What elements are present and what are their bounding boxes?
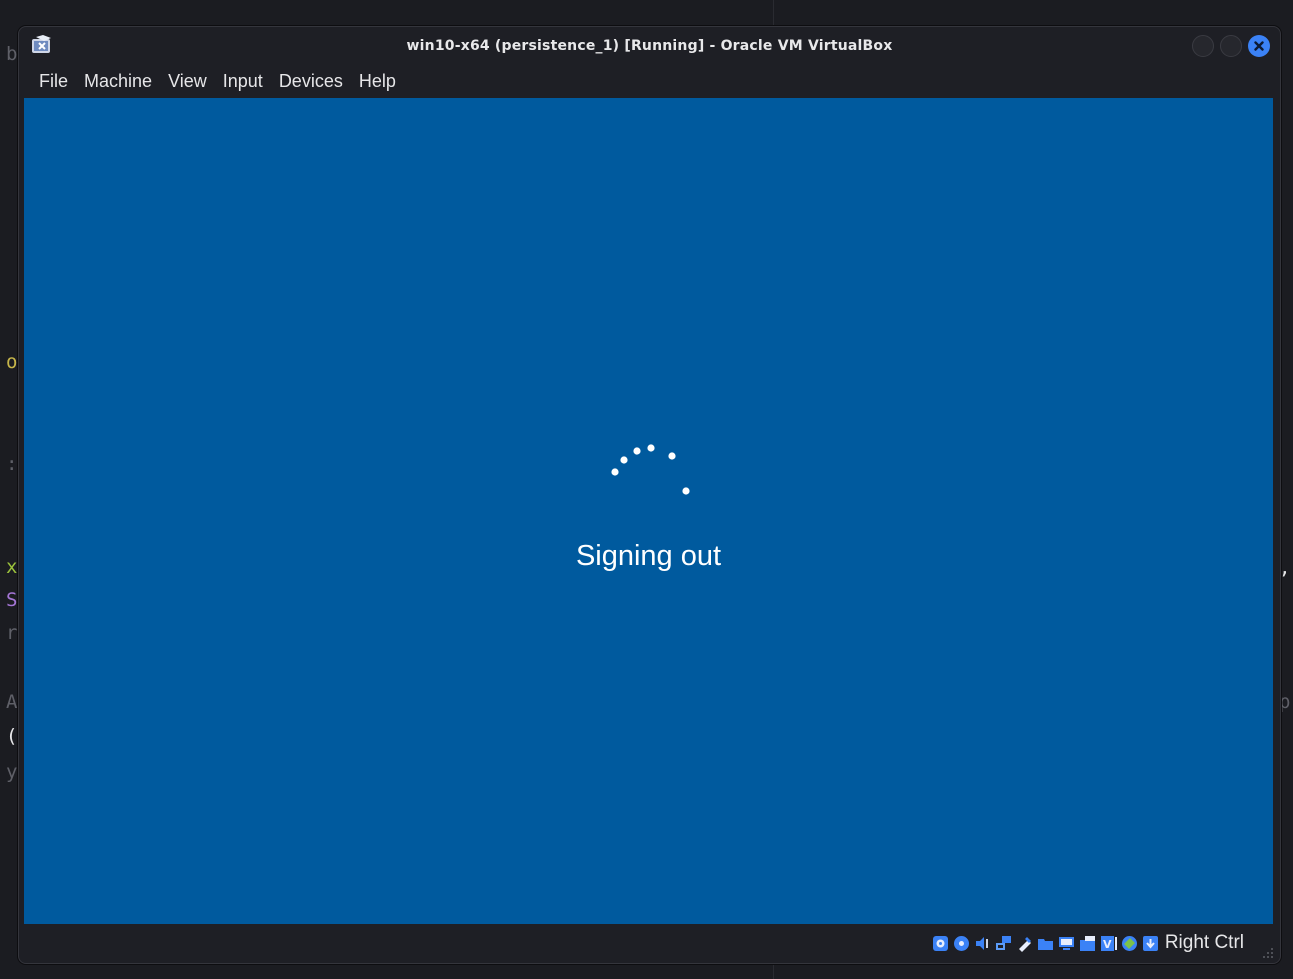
background-char: S	[6, 589, 18, 611]
optical-drive-icon[interactable]	[953, 935, 970, 952]
audio-icon[interactable]	[974, 935, 991, 952]
recording-icon[interactable]	[1079, 935, 1096, 952]
window-controls	[1192, 35, 1270, 57]
menu-devices[interactable]: Devices	[271, 71, 351, 92]
background-editor-left: b o : x S r A ( y	[0, 0, 20, 979]
usb-icon[interactable]	[1016, 935, 1033, 952]
menu-view[interactable]: View	[160, 71, 215, 92]
close-button[interactable]	[1248, 35, 1270, 57]
display-icon[interactable]	[1058, 935, 1075, 952]
background-char: x	[6, 556, 18, 578]
host-key-label: Right Ctrl	[1164, 932, 1244, 953]
shared-folders-icon[interactable]	[1037, 935, 1054, 952]
signing-out-text: Signing out	[575, 540, 722, 572]
network-icon[interactable]	[995, 935, 1012, 952]
background-char: A	[6, 691, 18, 713]
background-char: y	[6, 761, 18, 783]
mouse-integration-icon[interactable]	[1121, 935, 1138, 952]
svg-text:V: V	[1103, 938, 1112, 951]
background-char: :	[6, 453, 18, 475]
virtualbox-window: win10-x64 (persistence_1) [Running] - Or…	[18, 26, 1281, 964]
resize-grip-icon[interactable]	[1262, 944, 1274, 958]
menu-file[interactable]: File	[31, 71, 76, 92]
maximize-button[interactable]	[1220, 35, 1242, 57]
title-bar[interactable]: win10-x64 (persistence_1) [Running] - Or…	[19, 27, 1280, 65]
background-char: r	[6, 622, 18, 644]
status-bar: V Right Ctrl	[19, 924, 1280, 962]
virtualbox-icon[interactable]	[31, 35, 53, 55]
menu-input[interactable]: Input	[215, 71, 271, 92]
menu-bar: File Machine View Input Devices Help	[19, 65, 1280, 97]
keyboard-icon[interactable]	[1142, 935, 1159, 952]
vm-display[interactable]: Signing out	[24, 98, 1273, 924]
hard-disk-icon[interactable]	[932, 935, 949, 952]
window-title: win10-x64 (persistence_1) [Running] - Or…	[406, 38, 893, 54]
background-char: o	[6, 351, 18, 373]
background-char: b	[6, 43, 18, 65]
menu-help[interactable]: Help	[351, 71, 404, 92]
close-icon	[1254, 41, 1264, 51]
cpu-icon[interactable]: V	[1100, 935, 1117, 952]
loading-spinner-icon	[611, 444, 690, 495]
menu-machine[interactable]: Machine	[76, 71, 160, 92]
minimize-button[interactable]	[1192, 35, 1214, 57]
background-char: (	[6, 725, 18, 747]
